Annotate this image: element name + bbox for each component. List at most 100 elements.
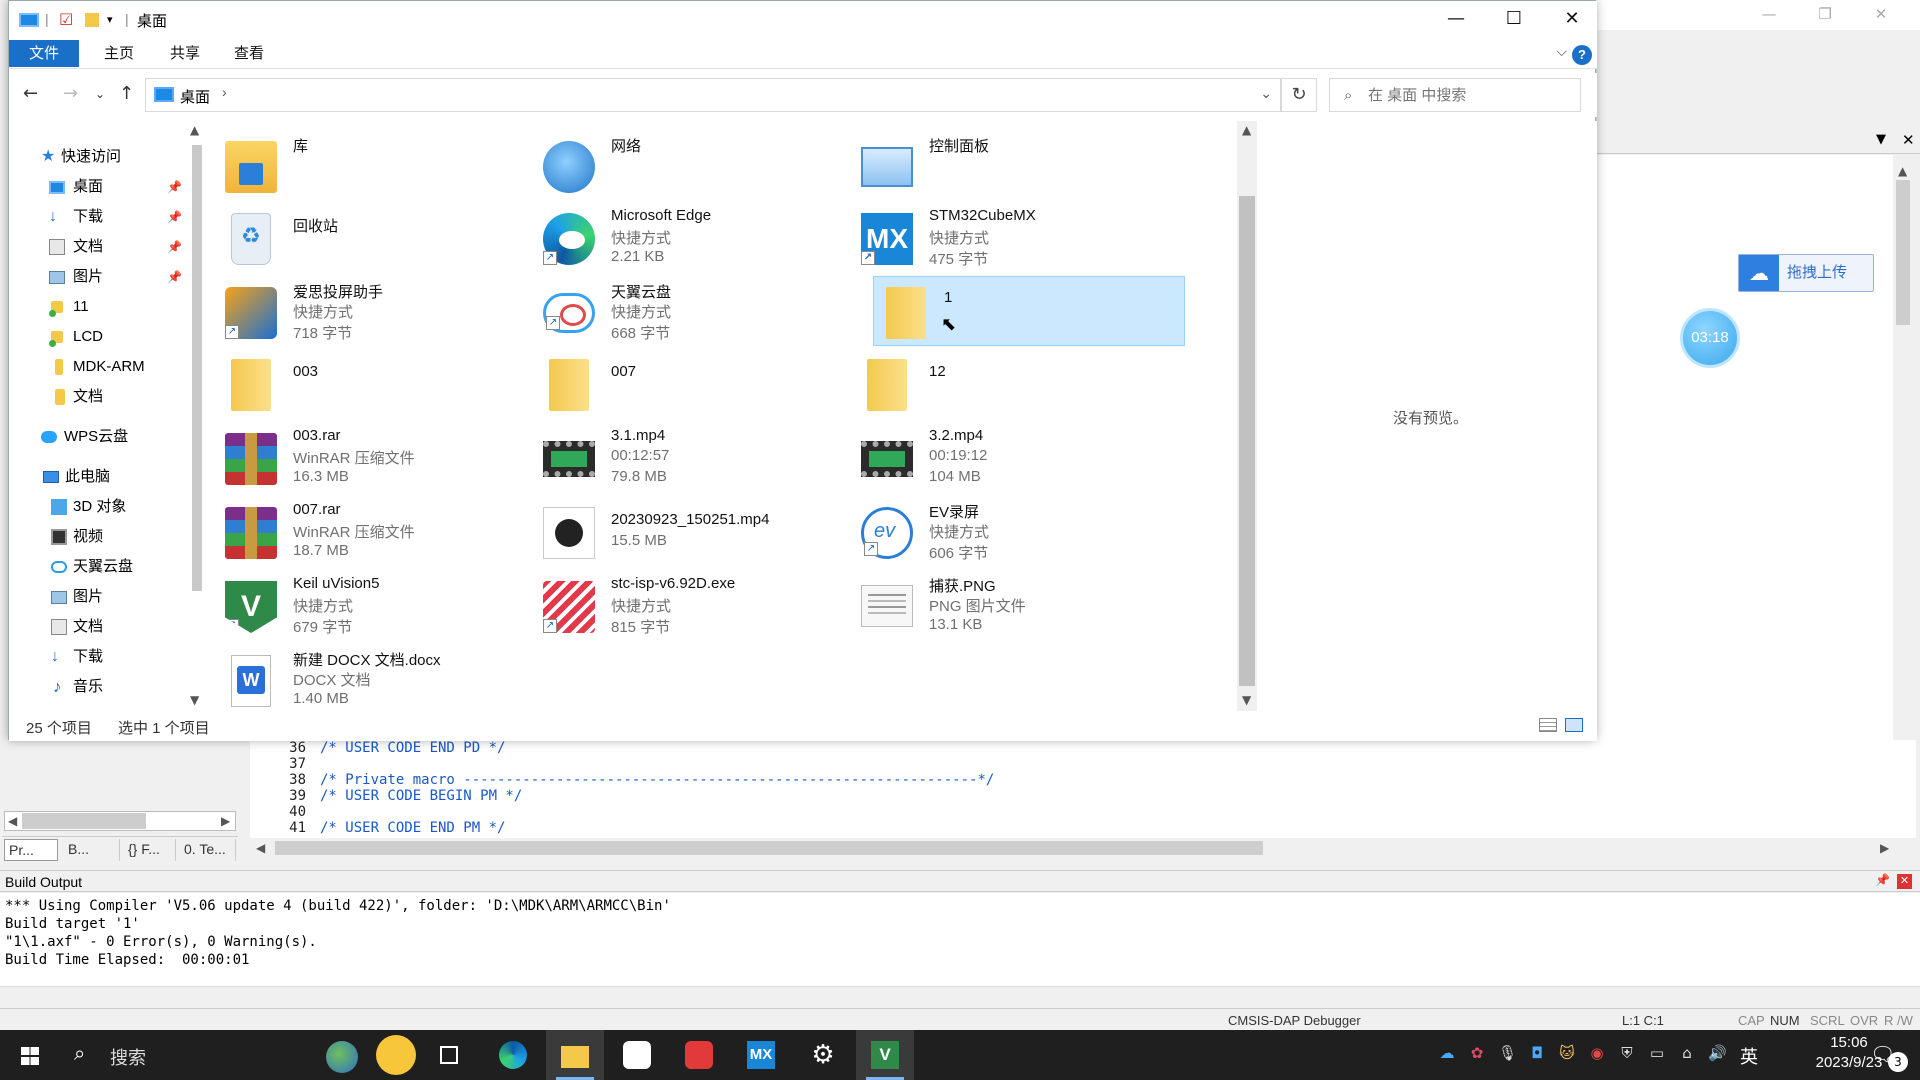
help-icon[interactable]: ? bbox=[1572, 45, 1592, 65]
file-item-library[interactable]: 库 bbox=[219, 131, 531, 201]
file-item-3-2-mp4[interactable]: 3.2.mp4 00:19:12 104 MB bbox=[855, 423, 1167, 493]
large-icons-view-icon[interactable] bbox=[1565, 718, 1583, 732]
ide-tab-close-icon[interactable]: ✕ bbox=[1902, 131, 1915, 149]
taskbar-settings[interactable]: ⚙ bbox=[794, 1030, 852, 1080]
nav-this-pc[interactable]: 此电脑 bbox=[9, 463, 189, 491]
project-scroll-right-icon[interactable]: ▶ bbox=[221, 814, 230, 828]
file-item-tianyi-cloud[interactable]: ↗ 天翼云盘 快捷方式 668 字节 bbox=[537, 277, 849, 347]
build-output-close-icon[interactable]: ✕ bbox=[1897, 874, 1912, 889]
properties-icon[interactable]: ☑ bbox=[59, 10, 73, 30]
scroll-up-icon[interactable]: ▲ bbox=[190, 123, 199, 137]
maximize-icon[interactable]: ☐ bbox=[1485, 1, 1543, 39]
details-view-icon[interactable] bbox=[1539, 718, 1557, 732]
file-item-003-rar[interactable]: 003.rar WinRAR 压缩文件 16.3 MB bbox=[219, 423, 531, 493]
nav-recent-documents[interactable]: 文档 bbox=[9, 383, 189, 411]
tab-project[interactable]: Pr... bbox=[4, 839, 58, 861]
nav-recent-lcd[interactable]: LCD bbox=[9, 323, 189, 351]
nav-music[interactable]: ♪ 音乐 bbox=[9, 673, 189, 701]
file-list-scroll-thumb[interactable] bbox=[1239, 196, 1255, 686]
ide-close-icon[interactable]: ✕ bbox=[1858, 0, 1904, 30]
volume-icon[interactable]: 🔊 bbox=[1708, 1044, 1727, 1062]
file-item-20230923-mp4[interactable]: 20230923_150251.mp4 15.5 MB bbox=[537, 497, 849, 567]
tab-home[interactable]: 主页 bbox=[89, 40, 149, 67]
taskbar-tianyi-cloud[interactable] bbox=[608, 1030, 666, 1080]
recording-timer[interactable]: 03:18 bbox=[1680, 308, 1740, 368]
cloud-tray-icon[interactable]: ☁ bbox=[1438, 1044, 1456, 1062]
nav-pictures[interactable]: 图片 📌 bbox=[9, 263, 189, 291]
code-hscroll-thumb[interactable] bbox=[275, 841, 1263, 855]
code-scroll-left-icon[interactable]: ◀ bbox=[256, 841, 265, 855]
nav-desktop[interactable]: 桌面 📌 bbox=[9, 173, 189, 201]
file-item-007-rar[interactable]: 007.rar WinRAR 压缩文件 18.7 MB bbox=[219, 497, 531, 567]
browser-tray-icon[interactable]: ◉ bbox=[1588, 1044, 1606, 1062]
taskbar-edge[interactable] bbox=[484, 1030, 542, 1080]
start-button[interactable] bbox=[0, 1030, 58, 1080]
taskbar-keil[interactable]: V bbox=[856, 1030, 914, 1080]
tab-share[interactable]: 共享 bbox=[155, 40, 215, 67]
taskbar-search[interactable]: ⌕ 搜索 bbox=[62, 1030, 322, 1080]
expand-ribbon-icon[interactable]: ⌵ bbox=[1556, 43, 1567, 60]
file-list[interactable]: 库 网络 控制面板 回收站 ↗ Microsoft Edge 快捷方式 2.21… bbox=[219, 121, 1237, 711]
nav-downloads[interactable]: ↓ 下载 📌 bbox=[9, 203, 189, 231]
pin-icon[interactable]: 📌 bbox=[167, 173, 182, 201]
taskbar-task-view[interactable] bbox=[420, 1030, 478, 1080]
file-item-capture-png[interactable]: 捕获.PNG PNG 图片文件 13.1 KB bbox=[855, 571, 1167, 641]
build-output-body[interactable]: *** Using Compiler 'V5.06 update 4 (buil… bbox=[0, 893, 1920, 989]
file-item-aisi-screen-mirror[interactable]: ↗ 爱思投屏助手 快捷方式 718 字节 bbox=[219, 277, 531, 347]
file-item-network[interactable]: 网络 bbox=[537, 131, 849, 201]
taskbar-wps[interactable] bbox=[670, 1030, 728, 1080]
nav-pc-downloads[interactable]: ↓ 下载 bbox=[9, 643, 189, 671]
nav-recent-mdk-arm[interactable]: MDK-ARM bbox=[9, 353, 189, 381]
file-item-ev-recorder[interactable]: ↗ EV录屏 快捷方式 606 字节 bbox=[855, 497, 1167, 567]
pin-icon[interactable]: 📌 bbox=[167, 233, 182, 261]
breadcrumb-chevron-icon[interactable]: › bbox=[222, 84, 227, 100]
nav-documents[interactable]: 文档 📌 bbox=[9, 233, 189, 261]
nav-videos[interactable]: 视频 bbox=[9, 523, 189, 551]
nav-pc-documents[interactable]: 文档 bbox=[9, 613, 189, 641]
microphone-icon[interactable]: 🎙 bbox=[1498, 1044, 1517, 1062]
ide-minimize-icon[interactable]: — bbox=[1746, 0, 1792, 30]
drag-upload-button[interactable]: ☁ 拖拽上传 bbox=[1738, 254, 1874, 292]
forward-icon[interactable]: → bbox=[63, 83, 78, 104]
taskbar-file-explorer[interactable] bbox=[546, 1030, 604, 1080]
news-widget[interactable] bbox=[326, 1035, 420, 1075]
file-item-stc-isp[interactable]: ↗ stc-isp-v6.92D.exe 快捷方式 815 字节 bbox=[537, 571, 849, 641]
tab-books[interactable]: B... bbox=[64, 839, 120, 861]
back-icon[interactable]: ← bbox=[23, 83, 38, 104]
app-tray-icon[interactable]: ✿ bbox=[1468, 1044, 1486, 1062]
battery-icon[interactable]: ▭ bbox=[1648, 1044, 1666, 1062]
input-method-indicator[interactable]: 英 bbox=[1740, 1043, 1758, 1069]
tab-file[interactable]: 文件 bbox=[9, 40, 79, 67]
ide-editor-vscroll-thumb[interactable] bbox=[1896, 180, 1910, 325]
file-item-new-docx[interactable]: 新建 DOCX 文档.docx DOCX 文档 1.40 MB bbox=[219, 645, 531, 715]
new-folder-icon[interactable] bbox=[85, 13, 99, 27]
address-segment-desktop[interactable]: 桌面 bbox=[180, 86, 210, 107]
tab-templates[interactable]: 0. Te... bbox=[180, 839, 236, 861]
close-icon[interactable]: ✕ bbox=[1543, 1, 1601, 39]
tab-functions[interactable]: {} F... bbox=[124, 839, 176, 861]
up-icon[interactable]: ↑ bbox=[119, 83, 134, 104]
address-bar[interactable]: 桌面 › ⌄ bbox=[145, 78, 1281, 112]
nav-tianyi-cloud[interactable]: 天翼云盘 bbox=[9, 553, 189, 581]
file-item-folder-12[interactable]: 12 bbox=[855, 349, 1167, 419]
recent-locations-icon[interactable]: ⌄ bbox=[95, 87, 105, 101]
project-scroll-left-icon[interactable]: ◀ bbox=[8, 814, 17, 828]
pin-icon[interactable]: 📌 bbox=[167, 263, 182, 291]
file-item-3-1-mp4[interactable]: 3.1.mp4 00:12:57 79.8 MB bbox=[537, 423, 849, 493]
taskbar-stm32cubemx[interactable]: MX bbox=[732, 1030, 790, 1080]
file-item-folder-1[interactable]: 1 bbox=[873, 276, 1185, 346]
file-item-folder-003[interactable]: 003 bbox=[219, 349, 531, 419]
project-pane-hscroll-thumb[interactable] bbox=[22, 813, 146, 829]
ide-scroll-up-icon[interactable]: ▲ bbox=[1898, 164, 1907, 178]
ide-tab-dropdown-icon[interactable]: ▼ bbox=[1876, 132, 1886, 147]
nav-3d-objects[interactable]: 3D 对象 bbox=[9, 493, 189, 521]
nav-wps-cloud[interactable]: WPS云盘 bbox=[9, 423, 189, 451]
refresh-button[interactable]: ↻ bbox=[1281, 78, 1317, 112]
network-tray-icon[interactable]: ⌂ bbox=[1678, 1044, 1696, 1062]
code-scroll-right-icon[interactable]: ▶ bbox=[1880, 841, 1889, 855]
file-item-recycle-bin[interactable]: 回收站 bbox=[219, 203, 531, 273]
tab-view[interactable]: 查看 bbox=[219, 40, 279, 67]
scroll-up-icon[interactable]: ▲ bbox=[1242, 123, 1251, 137]
file-item-control-panel[interactable]: 控制面板 bbox=[855, 131, 1167, 201]
scroll-down-icon[interactable]: ▼ bbox=[1242, 693, 1251, 707]
